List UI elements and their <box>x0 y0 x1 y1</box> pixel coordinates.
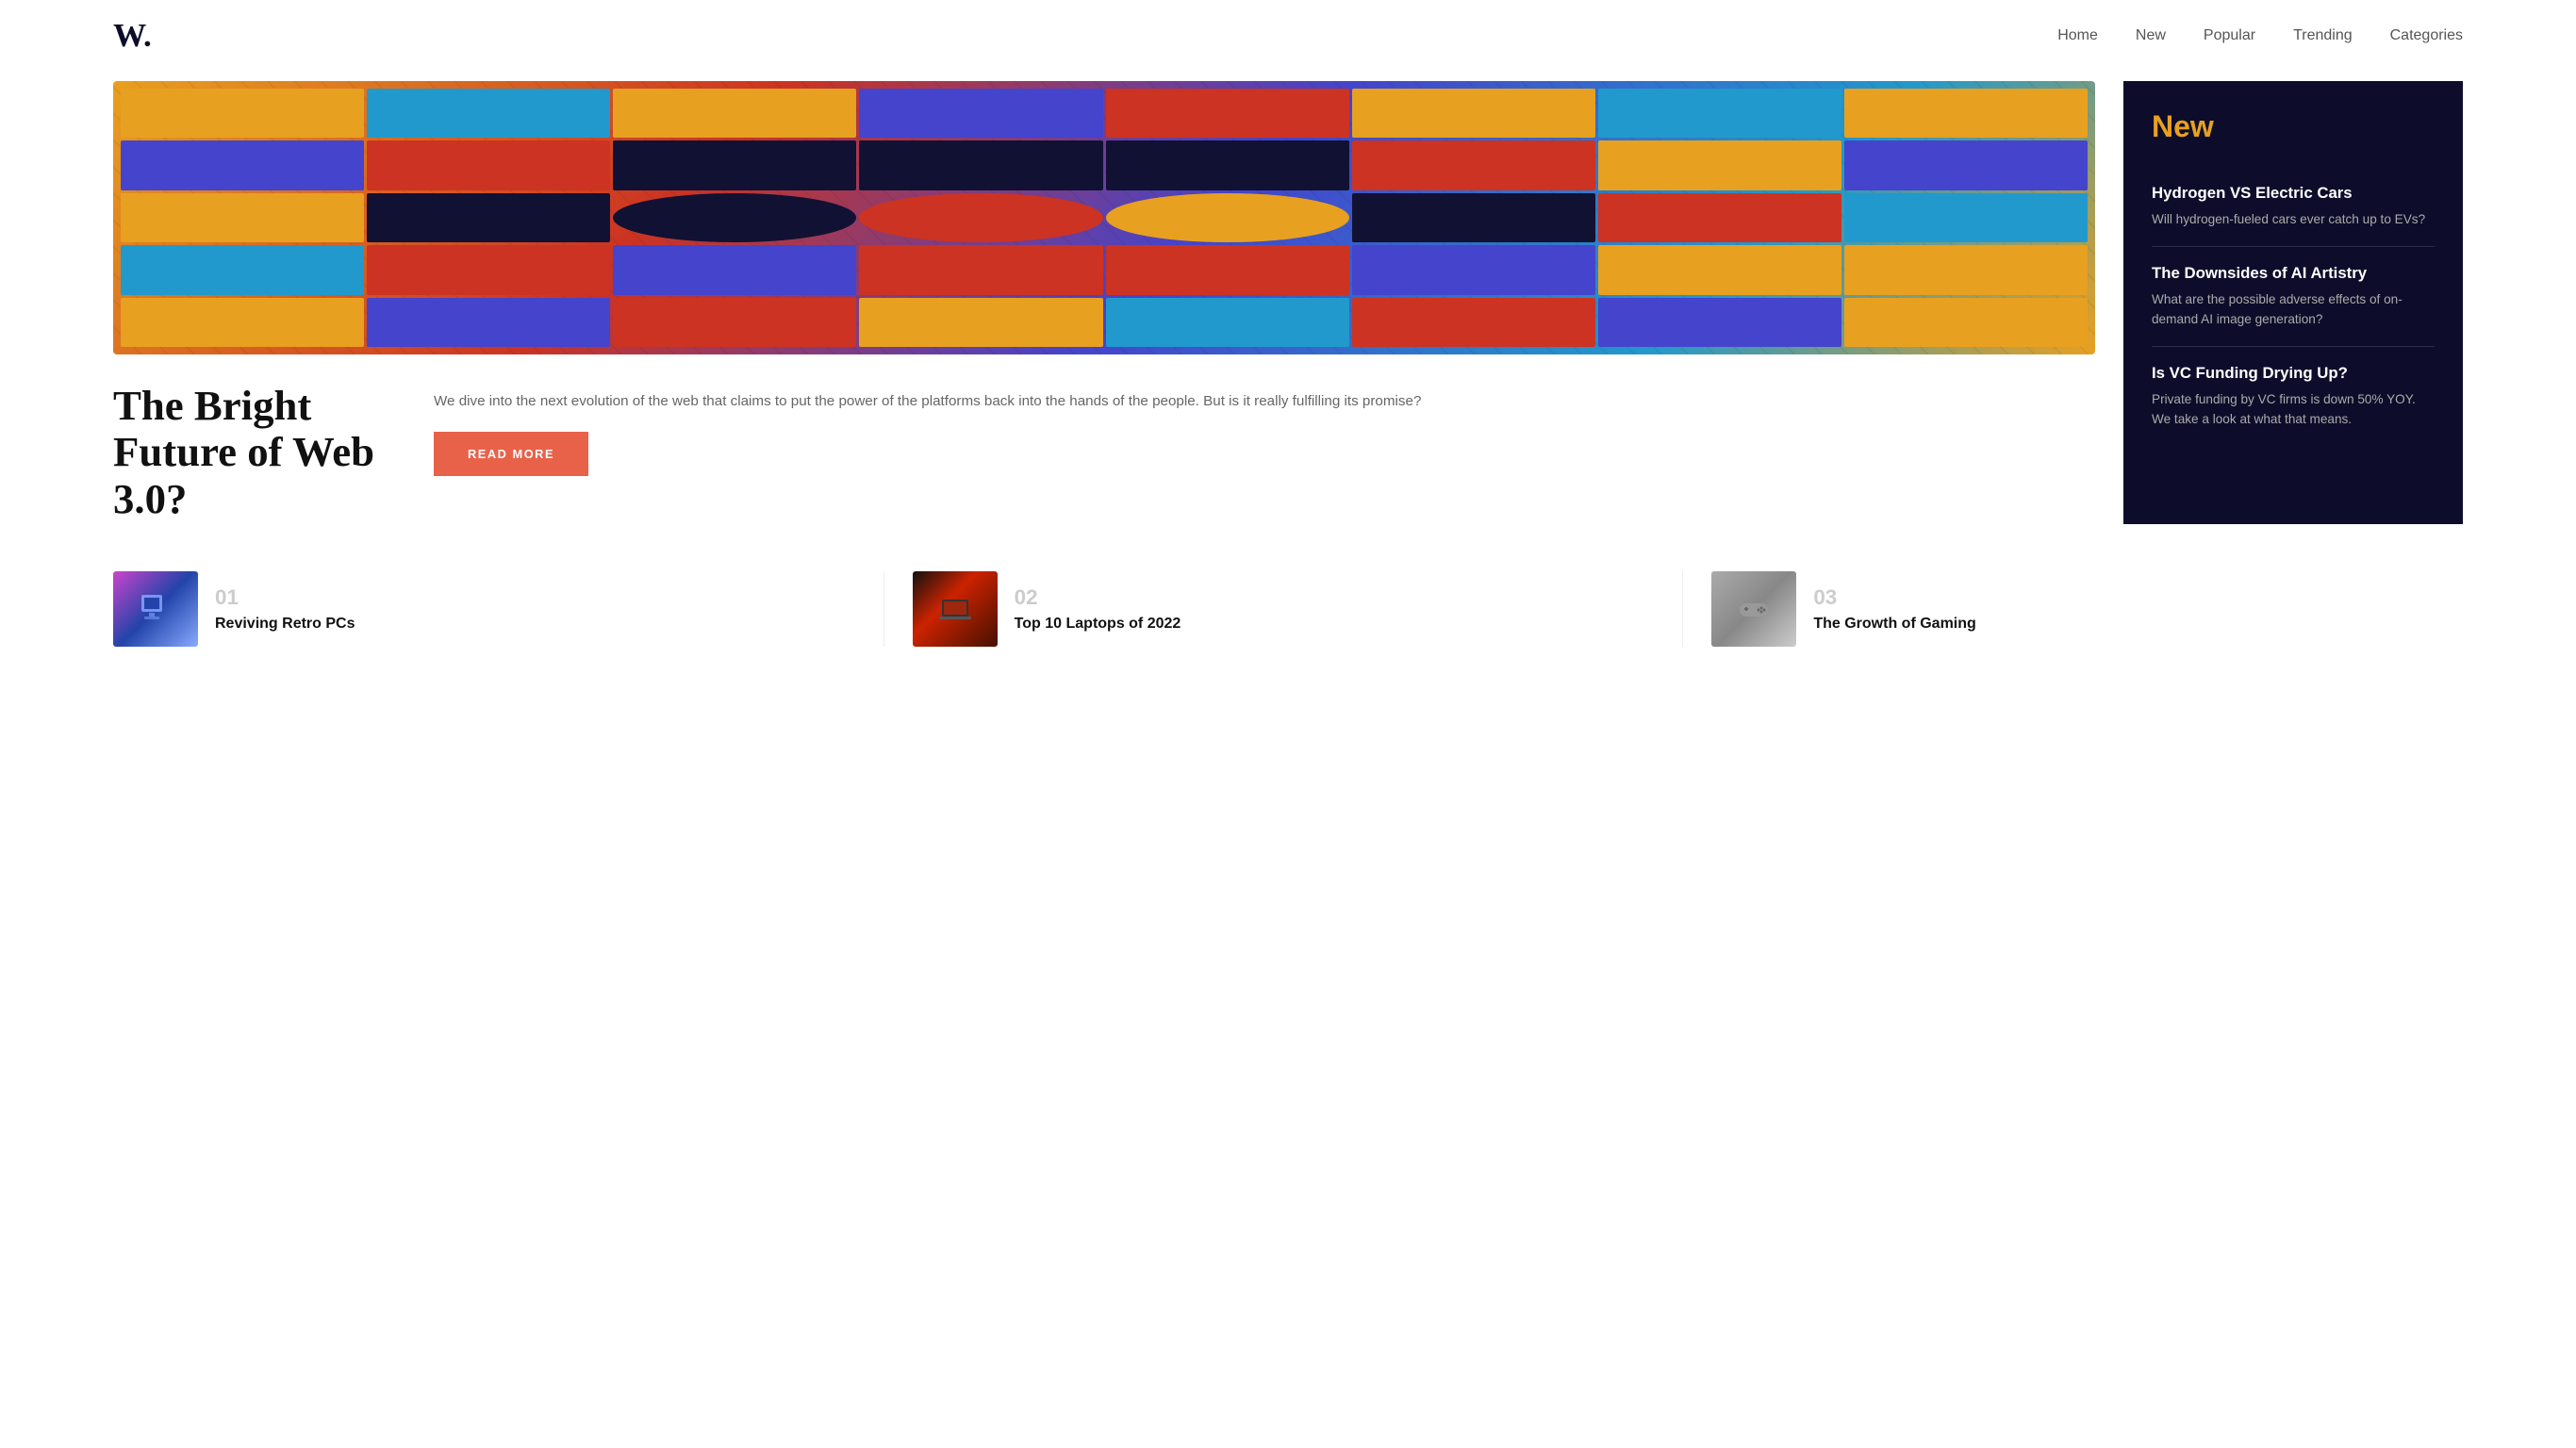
bottom-article-3-title: The Growth of Gaming <box>1813 616 1975 633</box>
hero-right-content: We dive into the next evolution of the w… <box>434 383 1421 476</box>
nav-item-popular[interactable]: Popular <box>2204 27 2255 44</box>
bottom-article-2[interactable]: 02 Top 10 Laptops of 2022 <box>883 571 1664 647</box>
block <box>121 298 364 347</box>
block <box>1352 298 1595 347</box>
block <box>1352 140 1595 189</box>
hero-left: The Bright Future of Web 3.0? We dive in… <box>113 81 2095 524</box>
block <box>859 89 1102 138</box>
block <box>1598 298 1841 347</box>
bottom-thumb-2 <box>913 571 998 647</box>
sidebar-article-1-desc: Will hydrogen-fueled cars ever catch up … <box>2152 210 2435 229</box>
bottom-article-1[interactable]: 01 Reviving Retro PCs <box>113 571 865 647</box>
block <box>1106 298 1349 347</box>
block-decoration <box>113 81 2095 354</box>
block <box>121 245 364 294</box>
block <box>859 245 1102 294</box>
block <box>1352 245 1595 294</box>
retro-pc-icon <box>137 590 174 628</box>
block <box>1844 193 2088 242</box>
site-logo[interactable]: W. <box>113 17 152 55</box>
bottom-article-1-title: Reviving Retro PCs <box>215 616 355 633</box>
sidebar-article-3-title: Is VC Funding Drying Up? <box>2152 364 2435 383</box>
hero-section: The Bright Future of Web 3.0? We dive in… <box>0 81 2576 524</box>
bottom-articles-section: 01 Reviving Retro PCs 02 Top 10 Laptops … <box>0 524 2576 675</box>
thumb-laptop-image <box>913 571 998 647</box>
block <box>859 193 1102 242</box>
block <box>1598 193 1841 242</box>
nav-item-trending[interactable]: Trending <box>2293 27 2353 44</box>
bottom-thumb-1 <box>113 571 198 647</box>
block <box>859 298 1102 347</box>
block <box>1844 89 2088 138</box>
block <box>613 298 856 347</box>
thumb-retro-image <box>113 571 198 647</box>
bottom-article-2-text: 02 Top 10 Laptops of 2022 <box>1015 585 1181 633</box>
bottom-article-3-number: 03 <box>1813 585 1975 610</box>
bottom-article-1-number: 01 <box>215 585 355 610</box>
block <box>1598 140 1841 189</box>
block <box>121 89 364 138</box>
block <box>613 245 856 294</box>
gamepad-icon <box>1735 590 1773 628</box>
navbar: W. Home New Popular Trending Categories <box>0 0 2576 72</box>
bottom-article-3[interactable]: 03 The Growth of Gaming <box>1682 571 2463 647</box>
block <box>1106 193 1349 242</box>
hero-description: We dive into the next evolution of the w… <box>434 390 1421 413</box>
sidebar-article-3-desc: Private funding by VC firms is down 50% … <box>2152 390 2435 429</box>
read-more-button[interactable]: READ MORE <box>434 432 588 476</box>
nav-links: Home New Popular Trending Categories <box>2057 27 2463 44</box>
block <box>613 193 856 242</box>
block <box>1352 193 1595 242</box>
bottom-article-2-number: 02 <box>1015 585 1181 610</box>
sidebar-article-2[interactable]: The Downsides of AI Artistry What are th… <box>2152 246 2435 346</box>
bottom-thumb-3 <box>1711 571 1796 647</box>
block <box>1844 298 2088 347</box>
bottom-article-3-text: 03 The Growth of Gaming <box>1813 585 1975 633</box>
thumb-gaming-image <box>1711 571 1796 647</box>
nav-item-categories[interactable]: Categories <box>2390 27 2463 44</box>
block <box>1844 245 2088 294</box>
block <box>1844 140 2088 189</box>
block <box>1106 89 1349 138</box>
block <box>1106 140 1349 189</box>
block <box>367 193 610 242</box>
block <box>859 140 1102 189</box>
block <box>367 89 610 138</box>
block <box>1106 245 1349 294</box>
sidebar-article-2-title: The Downsides of AI Artistry <box>2152 264 2435 283</box>
hero-title: The Bright Future of Web 3.0? <box>113 383 396 522</box>
bottom-article-1-text: 01 Reviving Retro PCs <box>215 585 355 633</box>
block <box>121 140 364 189</box>
sidebar-section-title: New <box>2152 109 2435 144</box>
nav-item-new[interactable]: New <box>2136 27 2166 44</box>
block <box>1598 245 1841 294</box>
block <box>367 298 610 347</box>
sidebar-new-panel: New Hydrogen VS Electric Cars Will hydro… <box>2123 81 2463 524</box>
block <box>121 193 364 242</box>
block <box>367 140 610 189</box>
sidebar-article-1[interactable]: Hydrogen VS Electric Cars Will hydrogen-… <box>2152 167 2435 246</box>
block <box>1352 89 1595 138</box>
hero-content: The Bright Future of Web 3.0? We dive in… <box>113 383 2095 522</box>
block <box>613 140 856 189</box>
hero-image <box>113 81 2095 354</box>
nav-item-home[interactable]: Home <box>2057 27 2098 44</box>
laptop-icon <box>936 590 974 628</box>
sidebar-article-2-desc: What are the possible adverse effects of… <box>2152 290 2435 329</box>
sidebar-article-3[interactable]: Is VC Funding Drying Up? Private funding… <box>2152 346 2435 446</box>
block <box>1598 89 1841 138</box>
sidebar-article-1-title: Hydrogen VS Electric Cars <box>2152 184 2435 203</box>
bottom-article-2-title: Top 10 Laptops of 2022 <box>1015 616 1181 633</box>
block <box>367 245 610 294</box>
block <box>613 89 856 138</box>
